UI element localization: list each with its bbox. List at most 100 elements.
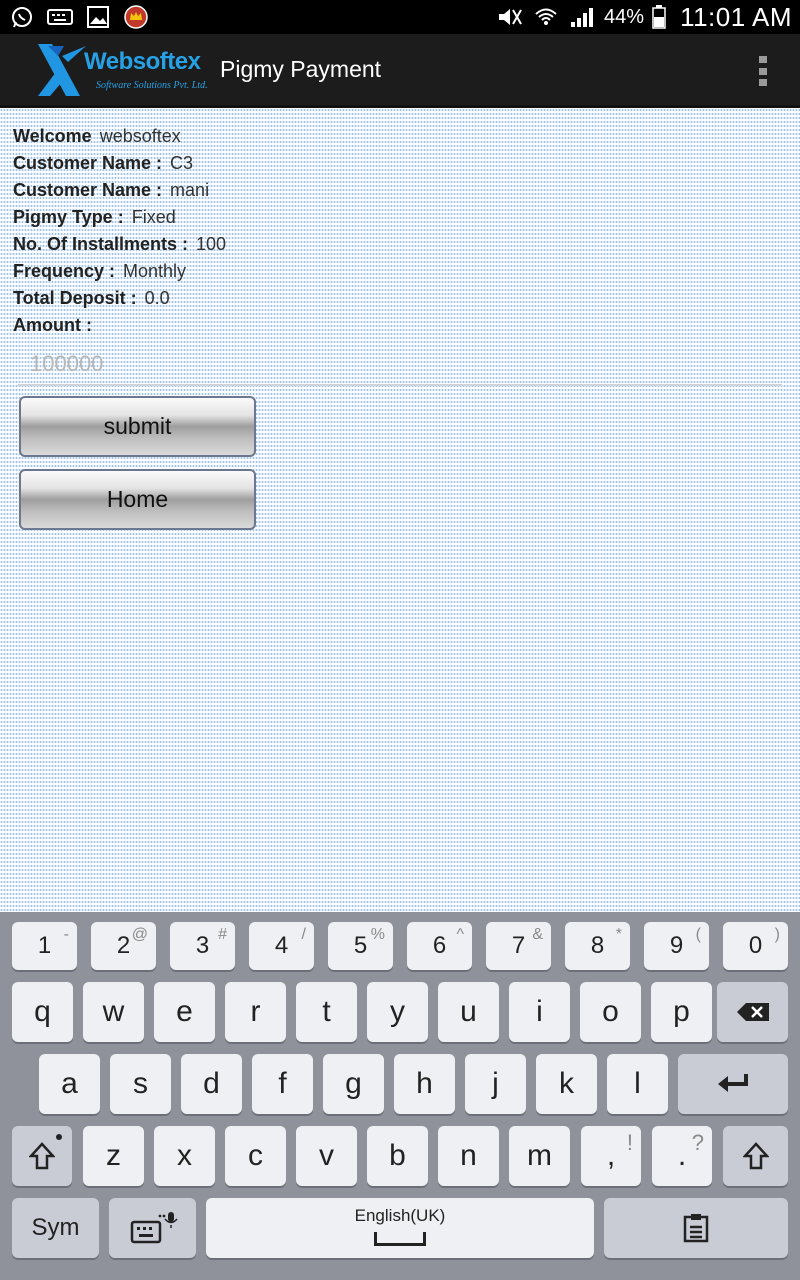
- key-num-8-alt: (: [695, 926, 701, 943]
- clock: 11:01 AM: [680, 1, 792, 32]
- customer-name-row-2: Customer Name : mani: [13, 180, 209, 201]
- key-row1-3[interactable]: r: [225, 982, 286, 1042]
- key-num-4[interactable]: 5%: [328, 922, 393, 970]
- backspace-key[interactable]: [717, 982, 788, 1042]
- app-logo[interactable]: Websoftex Software Solutions Pvt. Ltd.: [36, 42, 208, 102]
- customer-name-row: Customer Name : C3: [13, 153, 193, 174]
- customer-name-value-2: mani: [170, 180, 210, 200]
- installments-label: No. Of Installments :: [13, 234, 189, 254]
- battery-icon: [652, 3, 666, 31]
- key-row3-1[interactable]: x: [154, 1126, 215, 1186]
- key-num-1[interactable]: 2 @: [91, 922, 156, 970]
- app-notification-icon: [122, 3, 150, 31]
- key-num-0[interactable]: 1-: [12, 922, 77, 970]
- key-num-8-label: 9: [669, 932, 684, 959]
- amount-row: Amount :: [13, 315, 92, 336]
- comma-key[interactable]: , !: [581, 1126, 641, 1186]
- key-row1-0-label: q: [34, 995, 51, 1028]
- key-row1-1[interactable]: w: [83, 982, 144, 1042]
- key-row2-2[interactable]: d: [181, 1054, 242, 1114]
- key-num-3-label: 4: [274, 932, 289, 959]
- enter-key[interactable]: [678, 1054, 788, 1114]
- key-num-6-label: 7: [511, 932, 526, 959]
- key-row3-6-label: m: [527, 1139, 552, 1172]
- key-row1-6[interactable]: u: [438, 982, 499, 1042]
- key-num-3[interactable]: 4/: [249, 922, 314, 970]
- keyboard-settings-key[interactable]: [109, 1198, 196, 1258]
- key-num-9[interactable]: 0): [723, 922, 788, 970]
- key-num-6[interactable]: 7 &: [486, 922, 551, 970]
- key-row2-8[interactable]: l: [607, 1054, 668, 1114]
- key-row1-1-label: w: [102, 995, 125, 1028]
- key-row2-7[interactable]: k: [536, 1054, 597, 1114]
- key-row1-8[interactable]: o: [580, 982, 641, 1042]
- key-row1-0[interactable]: q: [12, 982, 73, 1042]
- key-row2-1[interactable]: s: [110, 1054, 171, 1114]
- shift-key-right[interactable]: [723, 1126, 788, 1186]
- sym-key-label: Sym: [31, 1214, 80, 1241]
- keyboard-mic-icon: [130, 1212, 178, 1244]
- installments-value: 100: [196, 234, 227, 254]
- home-button[interactable]: Home: [19, 469, 256, 530]
- shift-icon: [29, 1142, 55, 1170]
- key-row1-7[interactable]: i: [509, 982, 570, 1042]
- key-row2-5[interactable]: h: [394, 1054, 455, 1114]
- key-row2-1-label: s: [133, 1067, 148, 1100]
- key-row2-3[interactable]: f: [252, 1054, 313, 1114]
- enter-icon: [718, 1074, 748, 1092]
- logo-x-icon: [38, 44, 86, 96]
- key-row2-0-label: a: [61, 1067, 78, 1100]
- customer-name-label: Customer Name :: [13, 153, 163, 173]
- signal-icon: [568, 3, 596, 31]
- key-num-8[interactable]: 9(: [644, 922, 709, 970]
- clipboard-icon: [683, 1214, 709, 1243]
- key-num-5[interactable]: 6 ^: [407, 922, 472, 970]
- logo-name: Websoftex: [84, 48, 201, 75]
- key-row3-3-label: v: [319, 1139, 334, 1172]
- key-row3-3[interactable]: v: [296, 1126, 357, 1186]
- key-row2-8-label: l: [634, 1067, 641, 1100]
- key-row3-0-label: z: [106, 1139, 121, 1172]
- mute-icon: [496, 3, 524, 31]
- whatsapp-icon: [8, 3, 36, 31]
- comma-key-alt: !: [626, 1130, 633, 1155]
- welcome-value: websoftex: [99, 126, 181, 146]
- key-row2-6[interactable]: j: [465, 1054, 526, 1114]
- key-row3-2[interactable]: c: [225, 1126, 286, 1186]
- key-row3-4[interactable]: b: [367, 1126, 428, 1186]
- key-row3-4-label: b: [389, 1139, 406, 1172]
- key-row1-4[interactable]: t: [296, 982, 357, 1042]
- sym-key[interactable]: Sym: [12, 1198, 99, 1258]
- pigmy-type-row: Pigmy Type : Fixed: [13, 207, 176, 228]
- key-row1-2-label: e: [176, 995, 193, 1028]
- key-row2-4[interactable]: g: [323, 1054, 384, 1114]
- key-row2-0[interactable]: a: [39, 1054, 100, 1114]
- installments-row: No. Of Installments : 100: [13, 234, 226, 255]
- clipboard-key[interactable]: [604, 1198, 788, 1258]
- key-num-1-alt: @: [131, 926, 148, 943]
- key-row1-9[interactable]: p: [651, 982, 712, 1042]
- key-num-7-label: 8: [590, 932, 605, 959]
- customer-name-value: C3: [170, 153, 194, 173]
- submit-button[interactable]: submit: [19, 396, 256, 457]
- key-row1-3-label: r: [250, 995, 261, 1028]
- key-row3-0[interactable]: z: [83, 1126, 144, 1186]
- shift-key-left[interactable]: [12, 1126, 72, 1186]
- pigmy-type-label: Pigmy Type :: [13, 207, 124, 227]
- space-key[interactable]: English(UK): [206, 1198, 594, 1258]
- key-num-7[interactable]: 8 *: [565, 922, 630, 970]
- page-title: Pigmy Payment: [220, 56, 382, 82]
- key-num-5-label: 6: [432, 932, 447, 959]
- period-key[interactable]: . ?: [652, 1126, 712, 1186]
- key-row3-6[interactable]: m: [509, 1126, 570, 1186]
- key-row3-5-label: n: [460, 1139, 477, 1172]
- key-row1-4-label: t: [322, 995, 331, 1028]
- amount-input[interactable]: [18, 344, 782, 386]
- key-row1-2[interactable]: e: [154, 982, 215, 1042]
- key-num-2[interactable]: 3 #: [170, 922, 235, 970]
- period-key-label: .: [677, 1139, 687, 1172]
- total-deposit-value: 0.0: [144, 288, 170, 308]
- key-row1-5[interactable]: y: [367, 982, 428, 1042]
- key-row3-5[interactable]: n: [438, 1126, 499, 1186]
- overflow-menu-icon[interactable]: [756, 56, 770, 86]
